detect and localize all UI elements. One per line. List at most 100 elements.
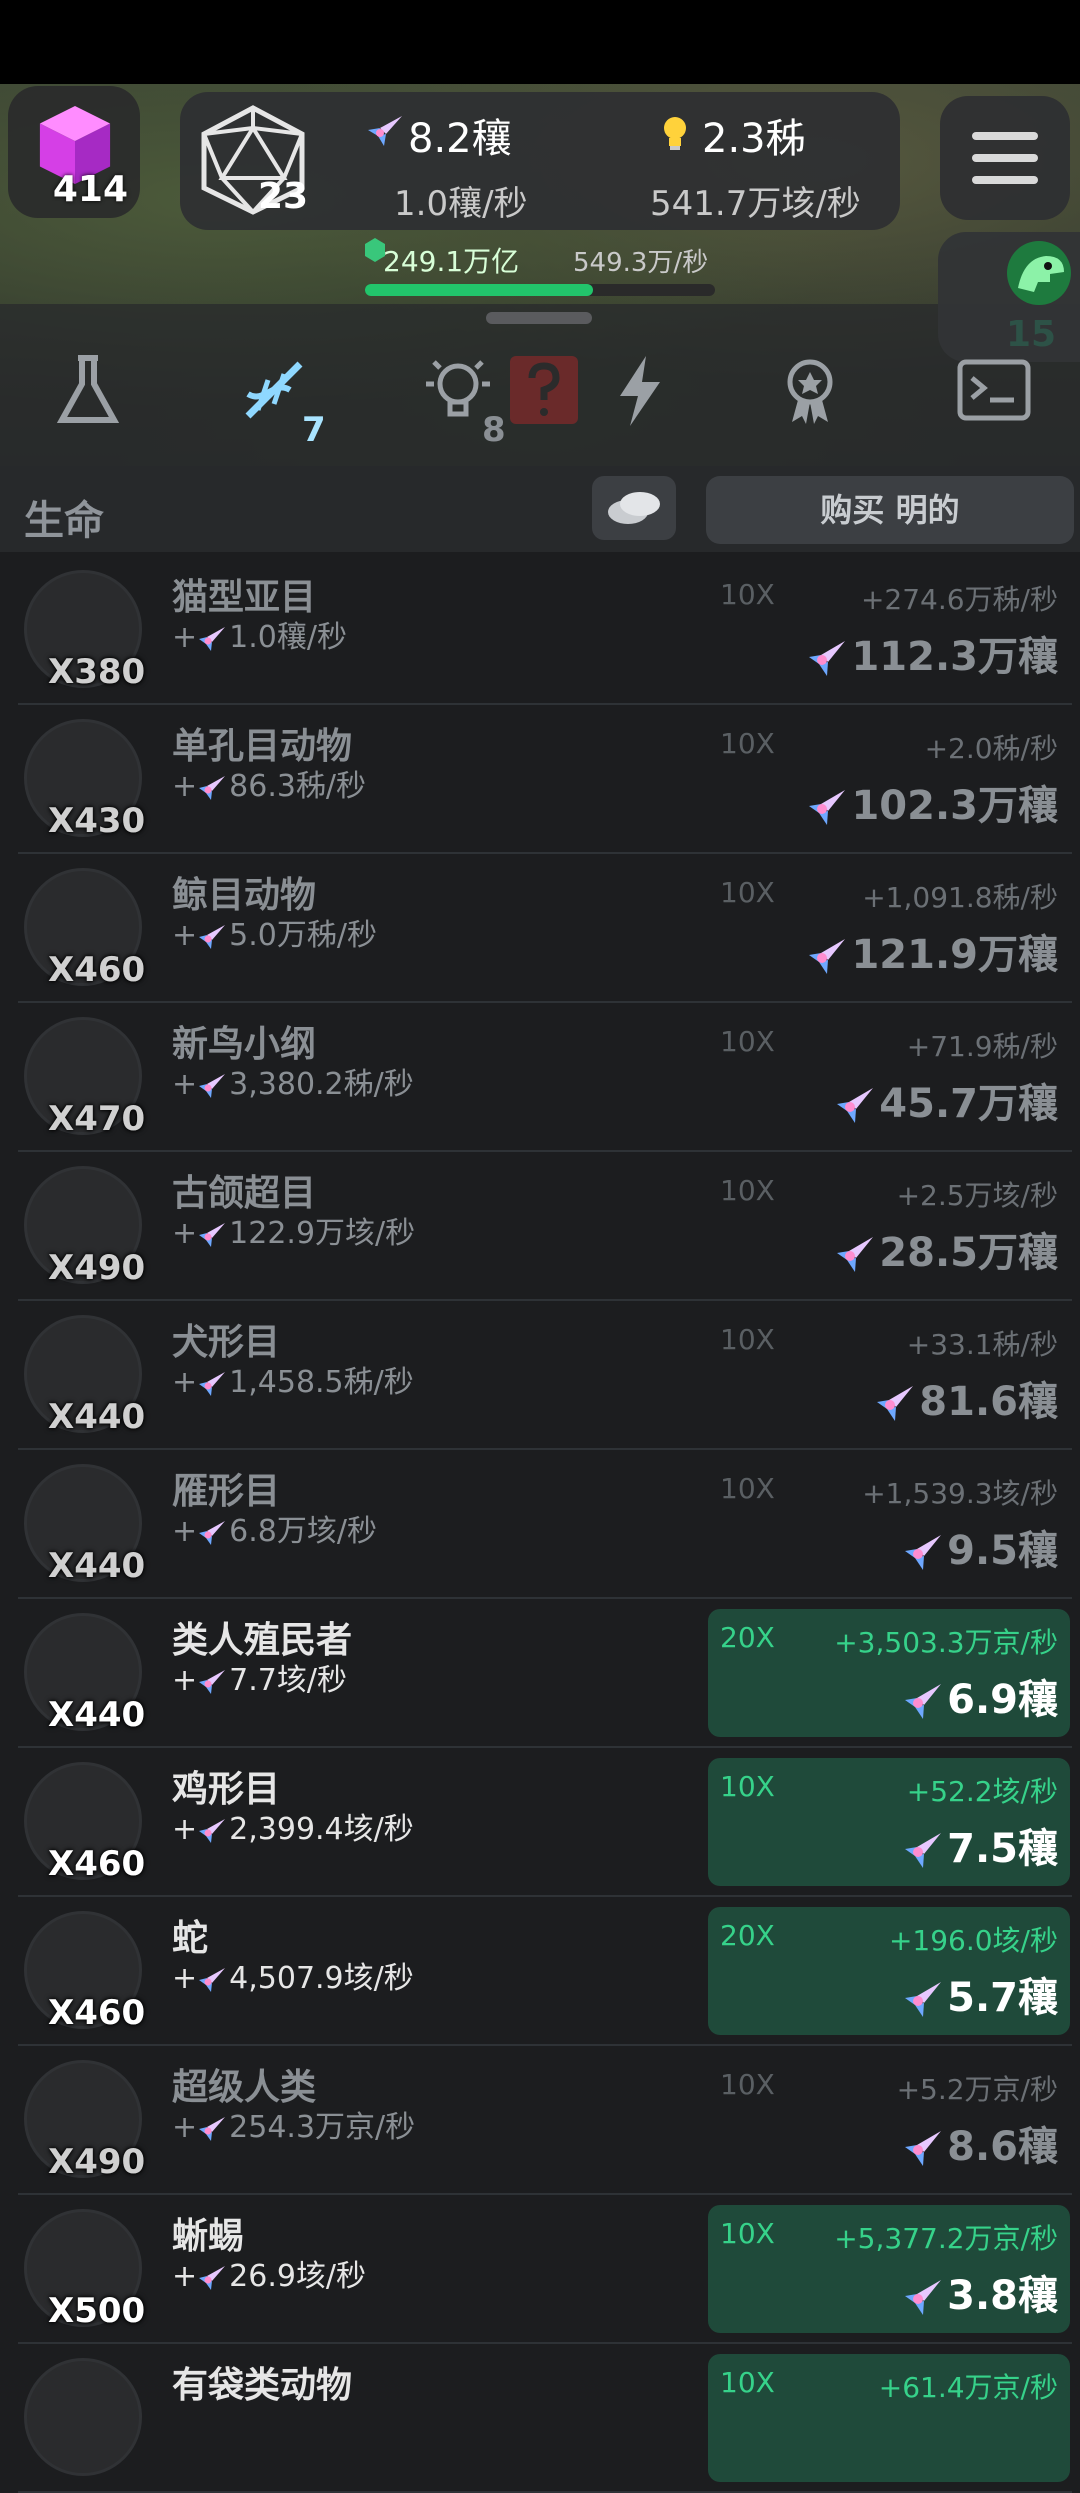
tab-energy[interactable] bbox=[580, 340, 700, 460]
buy-gain: +33.1秭/秒 bbox=[906, 1328, 1058, 1361]
buy-cost-value: 102.3万穰 bbox=[851, 783, 1058, 829]
buy-cost: 81.6穰 bbox=[875, 1369, 1058, 1427]
stat-secondary-rate: 541.7万垓/秒 bbox=[650, 184, 861, 224]
tab-console[interactable] bbox=[934, 340, 1054, 460]
species-row[interactable]: X430 单孔目动物 +86.3秭/秒 10X +2.0秭/秒 102.3万穰 bbox=[0, 705, 1080, 854]
buy-cost: 9.5穰 bbox=[903, 1518, 1058, 1576]
buy-species-button[interactable]: 10X +71.9秭/秒 45.7万穰 bbox=[708, 1013, 1070, 1141]
buy-cost-value: 6.9穰 bbox=[947, 1677, 1058, 1723]
menu-button[interactable] bbox=[940, 96, 1070, 220]
buy-species-button[interactable]: 20X +3,503.3万京/秒 6.9穰 bbox=[708, 1609, 1070, 1737]
species-name: 有袋类动物 bbox=[172, 2365, 353, 2406]
buy-cost: 6.9穰 bbox=[903, 1667, 1058, 1725]
species-row[interactable]: X490 古颌超目 +122.9万垓/秒 10X +2.5万垓/秒 28.5万穰 bbox=[0, 1152, 1080, 1301]
species-rate-value: 1,458.5秭/秒 bbox=[229, 1365, 414, 1400]
species-rate: +26.9垓/秒 bbox=[172, 2259, 367, 2294]
progress-track bbox=[365, 284, 715, 296]
species-row[interactable]: X470 新鸟小纲 +3,380.2秭/秒 10X +71.9秭/秒 45.7万穰 bbox=[0, 1003, 1080, 1152]
buy-gain: +1,539.3垓/秒 bbox=[862, 1477, 1058, 1510]
buy-cost: 8.6穰 bbox=[903, 2114, 1058, 2172]
stat-primary-value: 8.2穰 bbox=[408, 116, 512, 162]
buy-species-button[interactable]: 10X +2.5万垓/秒 28.5万穰 bbox=[708, 1162, 1070, 1290]
species-row[interactable]: X440 类人殖民者 +7.7垓/秒 20X +3,503.3万京/秒 6.9穰 bbox=[0, 1599, 1080, 1748]
buy-species-button[interactable]: 10X +2.0秭/秒 102.3万穰 bbox=[708, 715, 1070, 843]
buy-cost-value: 7.5穰 bbox=[947, 1826, 1058, 1872]
buy-mode-button[interactable]: 购买 明的 bbox=[706, 476, 1074, 544]
dna-rocket-icon bbox=[903, 2273, 947, 2319]
buy-species-button[interactable]: 10X +33.1秭/秒 81.6穰 bbox=[708, 1311, 1070, 1439]
d20-count: 23 bbox=[258, 176, 309, 217]
species-rate-value: 3,380.2秭/秒 bbox=[229, 1067, 414, 1102]
buy-cost-value: 45.7万穰 bbox=[879, 1081, 1058, 1127]
buy-cost-value: 9.5穰 bbox=[947, 1528, 1058, 1574]
species-rate-value: 5.0万秭/秒 bbox=[229, 918, 377, 953]
dna-rocket-icon bbox=[197, 1961, 229, 1996]
buy-multiplier: 10X bbox=[720, 2068, 775, 2101]
dna-rocket-icon bbox=[197, 1365, 229, 1400]
species-row[interactable]: 有袋类动物 10X +61.4万京/秒 bbox=[0, 2344, 1080, 2493]
buy-species-button[interactable]: 10X +61.4万京/秒 bbox=[708, 2354, 1070, 2482]
tab-dna-badge: 7 bbox=[302, 410, 326, 450]
lightning-icon bbox=[620, 356, 660, 426]
species-rate-value: 7.7垓/秒 bbox=[229, 1663, 347, 1698]
species-rate-value: 4,507.9垓/秒 bbox=[229, 1961, 414, 1996]
buy-cost-value: 5.7穰 bbox=[947, 1975, 1058, 2021]
drag-handle[interactable] bbox=[486, 312, 592, 324]
buy-cost-value: 3.8穰 bbox=[947, 2273, 1058, 2319]
tab-dna[interactable]: 7 bbox=[214, 340, 334, 460]
buy-species-button[interactable]: 10X +1,539.3垓/秒 9.5穰 bbox=[708, 1460, 1070, 1588]
buy-species-button[interactable]: 10X +274.6万秭/秒 112.3万穰 bbox=[708, 566, 1070, 694]
progress-value: 249.1万亿 bbox=[383, 245, 520, 278]
buy-cost-value: 81.6穰 bbox=[919, 1379, 1058, 1425]
species-row[interactable]: X440 雁形目 +6.8万垓/秒 10X +1,539.3垓/秒 9.5穰 bbox=[0, 1450, 1080, 1599]
dna-rocket-icon bbox=[197, 620, 229, 655]
resource-panel: 23 8.2穰 1.0穰/秒 2.3秭 541.7万垓/秒 bbox=[180, 92, 900, 230]
species-row[interactable]: X440 犬形目 +1,458.5秭/秒 10X +33.1秭/秒 81.6穰 bbox=[0, 1301, 1080, 1450]
buy-cost: 45.7万穰 bbox=[835, 1071, 1058, 1129]
species-owned-count: X440 bbox=[48, 1397, 146, 1437]
species-rate: +1.0穰/秒 bbox=[172, 620, 347, 655]
buy-gain: +274.6万秭/秒 bbox=[860, 583, 1058, 616]
dna-rocket-icon bbox=[835, 1081, 879, 1127]
gem-count: 414 bbox=[52, 169, 128, 210]
buy-gain: +1,091.8秭/秒 bbox=[862, 881, 1058, 914]
tab-science[interactable] bbox=[28, 340, 148, 460]
species-row[interactable]: X380 猫型亚目 +1.0穰/秒 10X +274.6万秭/秒 112.3万穰 bbox=[0, 556, 1080, 705]
tab-achievement[interactable] bbox=[750, 340, 870, 460]
stat-primary-rate: 1.0穰/秒 bbox=[394, 184, 528, 224]
species-row[interactable]: X460 鸡形目 +2,399.4垓/秒 10X +52.2垓/秒 7.5穰 bbox=[0, 1748, 1080, 1897]
species-row[interactable]: X460 蛇 +4,507.9垓/秒 20X +196.0垓/秒 5.7穰 bbox=[0, 1897, 1080, 2046]
buy-species-button[interactable]: 10X +52.2垓/秒 7.5穰 bbox=[708, 1758, 1070, 1886]
buy-gain: +5,377.2万京/秒 bbox=[834, 2222, 1058, 2255]
coins-button[interactable] bbox=[592, 476, 676, 540]
buy-gain: +3,503.3万京/秒 bbox=[834, 1626, 1058, 1659]
dna-rocket-icon bbox=[875, 1379, 919, 1425]
buy-gain: +2.5万垓/秒 bbox=[896, 1179, 1058, 1212]
dna-rocket-icon bbox=[903, 1677, 947, 1723]
species-row[interactable]: X500 蜥蜴 +26.9垓/秒 10X +5,377.2万京/秒 3.8穰 bbox=[0, 2195, 1080, 2344]
stat-secondary-value: 2.3秭 bbox=[702, 116, 806, 162]
buy-gain: +196.0垓/秒 bbox=[888, 1924, 1058, 1957]
buy-cost: 112.3万穰 bbox=[807, 624, 1058, 682]
buy-gain: +2.0秭/秒 bbox=[924, 732, 1058, 765]
species-row[interactable]: X460 鲸目动物 +5.0万秭/秒 10X +1,091.8秭/秒 121.9万穰 bbox=[0, 854, 1080, 1003]
species-rate: +2,399.4垓/秒 bbox=[172, 1812, 414, 1847]
buy-species-button[interactable]: 20X +196.0垓/秒 5.7穰 bbox=[708, 1907, 1070, 2035]
species-rate: +1,458.5秭/秒 bbox=[172, 1365, 414, 1400]
species-owned-count: X490 bbox=[48, 2142, 146, 2182]
species-rate-value: 254.3万京/秒 bbox=[229, 2110, 416, 2145]
progress-fill bbox=[365, 284, 593, 296]
species-owned-count: X470 bbox=[48, 1099, 146, 1139]
buy-species-button[interactable]: 10X +5,377.2万京/秒 3.8穰 bbox=[708, 2205, 1070, 2333]
buy-multiplier: 10X bbox=[720, 2217, 775, 2250]
dna-rocket-icon bbox=[903, 1826, 947, 1872]
buy-species-button[interactable]: 10X +1,091.8秭/秒 121.9万穰 bbox=[708, 864, 1070, 992]
species-row[interactable]: X490 超级人类 +254.3万京/秒 10X +5.2万京/秒 8.6穰 bbox=[0, 2046, 1080, 2195]
species-avatar bbox=[24, 2358, 142, 2476]
buy-cost-value: 28.5万穰 bbox=[879, 1230, 1058, 1276]
species-owned-count: X460 bbox=[48, 950, 146, 990]
buy-species-button[interactable]: 10X +5.2万京/秒 8.6穰 bbox=[708, 2056, 1070, 2184]
buy-cost-value: 8.6穰 bbox=[947, 2124, 1058, 2170]
buy-multiplier: 10X bbox=[720, 727, 775, 760]
gem-button[interactable]: 414 bbox=[8, 86, 140, 218]
